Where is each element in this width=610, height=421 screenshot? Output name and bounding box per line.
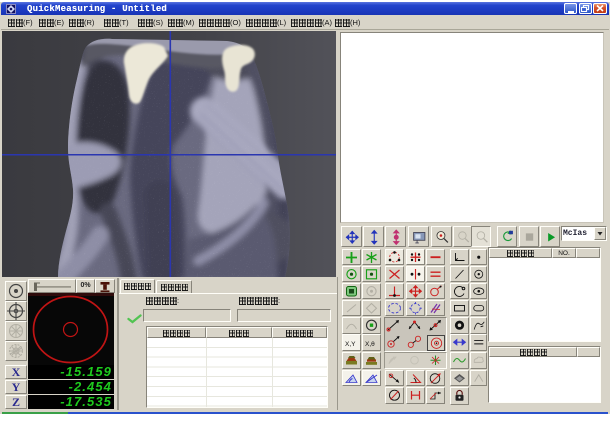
svg-text:X,Y: X,Y [345,341,356,348]
svg-text:X,θ: X,θ [365,341,375,348]
